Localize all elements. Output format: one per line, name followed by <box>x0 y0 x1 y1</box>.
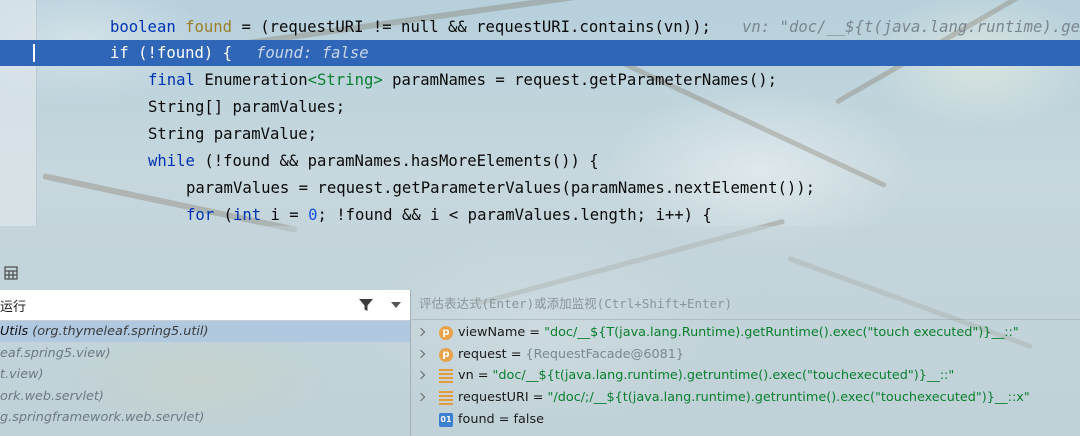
variable-row[interactable]: p request = {RequestFacade@6081} <box>412 344 1080 366</box>
stack-frame-label: Utils <box>0 324 33 339</box>
frames-panel: 运行 Utils (org.thymeleaf.spring5.util) eaf… <box>0 290 411 436</box>
code-line[interactable]: paramValues = request.getParameterValues… <box>0 175 1080 201</box>
field-icon <box>439 391 453 406</box>
variable-value: "doc/__${T(java.lang.Runtime).getRuntime… <box>544 325 1019 340</box>
code-text: String paramValue; <box>148 125 317 143</box>
code-text: Enumeration <box>194 71 308 89</box>
keyword: int <box>232 206 262 224</box>
equals-sign: = <box>528 390 548 406</box>
code-line[interactable]: final Enumeration<String> paramNames = r… <box>0 67 1080 93</box>
filter-icon[interactable] <box>358 297 374 313</box>
stack-frame-label: t.view) <box>0 367 44 382</box>
stack-frame[interactable]: eaf.spring5.view) <box>0 343 410 364</box>
code-text: (!found) { <box>128 44 233 62</box>
variable-text: found = false <box>458 409 544 431</box>
variable-name: request <box>458 346 507 362</box>
evaluate-expression-input[interactable]: 评估表达式(Enter)或添加监视(Ctrl+Shift+Enter) <box>412 290 1080 320</box>
boolean-icon: 01 <box>439 412 453 427</box>
chevron-right-icon[interactable] <box>416 392 426 402</box>
variable-text: request = {RequestFacade@6081} <box>458 344 684 366</box>
code-text: ; !found && i < paramValues.length; i++)… <box>317 206 712 224</box>
variable-row[interactable]: vn = "doc/__${t(java.lang.runtime).getru… <box>412 365 1080 387</box>
variable-found: found <box>185 18 233 36</box>
variable-name: requestURI <box>458 390 529 406</box>
variable-value: false <box>513 411 544 427</box>
variable-name: found <box>458 411 495 427</box>
keyword: for <box>186 206 215 224</box>
chevron-right-icon[interactable] <box>416 327 426 337</box>
keyword: while <box>148 152 195 170</box>
text-caret <box>33 44 35 62</box>
equals-sign: = <box>506 346 526 362</box>
chevron-down-icon[interactable] <box>391 302 401 308</box>
equals-sign: = <box>473 368 493 384</box>
code-line[interactable]: while (!found && paramNames.hasMoreEleme… <box>0 148 1080 174</box>
keyword: if <box>110 44 129 62</box>
layout-grid-icon[interactable] <box>4 266 18 280</box>
debugger-panel: 运行 Utils (org.thymeleaf.spring5.util) eaf… <box>0 226 1080 436</box>
variable-row[interactable]: requestURI = "/doc/;/__${t(java.lang.run… <box>412 387 1080 409</box>
variable-text: requestURI = "/doc/;/__${t(java.lang.run… <box>458 387 1030 409</box>
thread-status-label: 运行 <box>0 300 27 315</box>
execution-line[interactable]: if (!found) { found: false <box>0 40 1080 66</box>
code-editor[interactable]: boolean found = (requestURI != null && r… <box>0 0 1080 226</box>
stack-frame[interactable]: g.springframework.web.servlet) <box>0 407 410 428</box>
chevron-right-icon[interactable] <box>416 349 426 358</box>
inline-debug-value: vn: "doc/__${t(java.lang.runtime).ge <box>742 18 1080 36</box>
variable-value: {RequestFacade@6081} <box>525 346 685 362</box>
code-text: i = <box>261 206 309 224</box>
variable-text: vn = "doc/__${t(java.lang.runtime).getru… <box>458 365 954 387</box>
equals-sign: = <box>494 411 514 427</box>
stack-frame[interactable]: ork.web.servlet) <box>0 386 410 407</box>
stack-frame-label: g.springframework.web.servlet) <box>0 410 205 425</box>
code-text: paramValues = request.getParameterValues… <box>186 179 816 197</box>
variable-name: viewName <box>458 325 526 340</box>
stack-frame-package: (org.thymeleaf.spring5.util) <box>32 324 209 339</box>
code-text: (!found && paramNames.hasMoreElements())… <box>194 152 599 170</box>
generic-type: <String> <box>307 71 383 89</box>
variable-name: vn <box>458 368 474 384</box>
parameter-icon: p <box>439 347 453 362</box>
parameter-icon: p <box>439 326 453 340</box>
code-line[interactable]: boolean found = (requestURI != null && r… <box>0 14 1080 40</box>
stack-frame[interactable]: Utils (org.thymeleaf.spring5.util) <box>0 321 410 342</box>
equals-sign: = <box>525 325 545 340</box>
variable-row[interactable]: 01 found = false <box>412 409 1080 431</box>
stack-frame-label: ork.web.servlet) <box>0 388 104 404</box>
code-text: ( <box>214 206 233 224</box>
variable-text: viewName = "doc/__${T(java.lang.Runtime)… <box>458 322 1019 344</box>
thread-selector[interactable]: 运行 <box>0 290 410 321</box>
chevron-right-icon[interactable] <box>416 371 426 380</box>
variable-value: "doc/__${t(java.lang.runtime).getruntime… <box>492 368 955 384</box>
variable-value: "/doc/;/__${t(java.lang.runtime).getrunt… <box>547 390 1030 406</box>
code-text: paramNames = request.getParameterNames()… <box>382 71 778 89</box>
code-line[interactable]: String paramValue; <box>0 121 1080 147</box>
keyword: boolean <box>110 18 176 36</box>
variables-panel: 评估表达式(Enter)或添加监视(Ctrl+Shift+Enter) p vie… <box>412 290 1080 436</box>
code-line[interactable]: String[] paramValues; <box>0 94 1080 120</box>
code-text: = (requestURI != null && requestURI.cont… <box>232 18 711 36</box>
variable-row[interactable]: p viewName = "doc/__${T(java.lang.Runtime… <box>412 322 1080 344</box>
inline-debug-value: found: false <box>256 44 369 62</box>
field-icon <box>439 369 453 384</box>
code-text: String[] paramValues; <box>148 98 346 116</box>
keyword: final <box>148 71 195 89</box>
stack-frame[interactable]: t.view) <box>0 364 410 385</box>
stack-frame-label: eaf.spring5.view) <box>0 345 111 361</box>
code-line[interactable]: for (int i = 0; !found && i < paramValue… <box>0 202 1080 228</box>
